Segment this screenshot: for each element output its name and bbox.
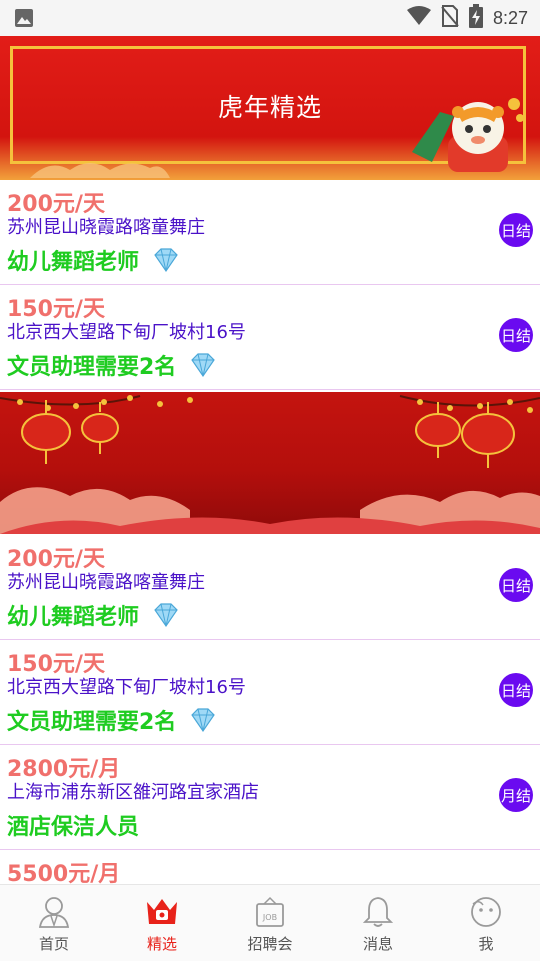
settlement-badge: 日结 (499, 673, 533, 707)
settlement-badge: 日结 (499, 213, 533, 247)
job-title-row: 幼儿舞蹈老师 (7, 599, 181, 631)
nav-label: 我 (478, 935, 494, 953)
nav-item-home[interactable]: 首页 (0, 885, 108, 961)
job-title: 文员助理需要2名 (7, 355, 177, 380)
bottom-navigation: 首页 精选 JOB 招聘会 消息 我 (0, 884, 540, 961)
job-title: 酒店保洁人员 (7, 815, 140, 840)
bell-icon (363, 895, 393, 929)
cloud-decoration-icon (30, 163, 170, 178)
settlement-badge: 日结 (499, 568, 533, 602)
job-item[interactable]: 150元/天 北京西大望路下甸厂坡村16号 文员助理需要2名 日结 (0, 640, 540, 745)
nav-label: 首页 (38, 935, 69, 953)
nav-label: 精选 (146, 935, 177, 953)
job-address: 苏州昆山晓霞路喀童舞庄 (7, 217, 205, 238)
job-address: 苏州昆山晓霞路喀童舞庄 (7, 572, 205, 593)
job-item[interactable]: 150元/天 北京西大望路下甸厂坡村16号 文员助理需要2名 日结 (0, 285, 540, 390)
nav-item-me[interactable]: 我 (432, 885, 540, 961)
job-item[interactable]: 5500元/月 (0, 850, 540, 887)
diamond-icon (191, 708, 216, 733)
diamond-icon (154, 248, 178, 273)
no-sim-icon (441, 5, 459, 31)
job-address: 北京西大望路下甸厂坡村16号 (7, 677, 246, 698)
settlement-badge: 日结 (499, 318, 533, 352)
nav-label: 消息 (362, 935, 393, 953)
job-item[interactable]: 200元/天 苏州昆山晓霞路喀童舞庄 幼儿舞蹈老师 日结 (0, 180, 540, 285)
status-bar: 8:27 (0, 0, 540, 36)
nav-item-featured[interactable]: 精选 (108, 885, 216, 961)
job-item[interactable]: 2800元/月 上海市浦东新区雒河路宜家酒店 酒店保洁人员 月结 (0, 745, 540, 850)
image-icon (14, 8, 34, 32)
wifi-icon (406, 6, 431, 30)
diamond-icon (191, 353, 216, 378)
job-board-icon: JOB (253, 895, 287, 929)
tiger-mascot-icon (412, 98, 524, 172)
lantern-decoration-icon (0, 395, 540, 534)
job-title-row: 文员助理需要2名 (7, 349, 218, 381)
clock: 8:27 (492, 7, 528, 28)
nav-item-job-fair[interactable]: JOB 招聘会 (216, 885, 324, 961)
job-title: 幼儿舞蹈老师 (7, 250, 140, 275)
settlement-badge: 月结 (499, 778, 533, 812)
job-title-row: 酒店保洁人员 (7, 809, 139, 841)
crown-icon (145, 895, 179, 929)
person-icon (37, 895, 71, 929)
job-title-row: 幼儿舞蹈老师 (7, 244, 181, 276)
smiley-face-icon (469, 895, 503, 929)
diamond-icon (154, 603, 178, 628)
nav-item-messages[interactable]: 消息 (324, 885, 432, 961)
job-address: 北京西大望路下甸厂坡村16号 (7, 322, 246, 343)
job-item[interactable]: 200元/天 苏州昆山晓霞路喀童舞庄 幼儿舞蹈老师 日结 (0, 535, 540, 640)
battery-charging-icon (468, 4, 483, 32)
job-address: 上海市浦东新区雒河路宜家酒店 (7, 782, 259, 803)
nav-label: 招聘会 (247, 935, 293, 953)
hero-banner[interactable]: 虎年精选 (0, 36, 540, 180)
promo-banner[interactable] (0, 392, 540, 534)
job-title: 幼儿舞蹈老师 (7, 605, 140, 630)
job-title-row: 文员助理需要2名 (7, 704, 218, 736)
svg-text:JOB: JOB (262, 913, 277, 922)
job-title: 文员助理需要2名 (7, 710, 177, 735)
